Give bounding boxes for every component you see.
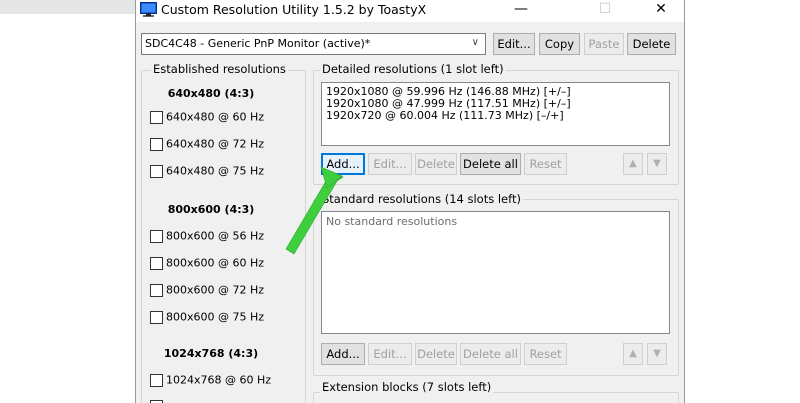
checkbox-800x600-56[interactable]: 800x600 @ 56 Hz xyxy=(150,229,264,245)
standard-reset-button[interactable]: Reset xyxy=(524,343,567,365)
standard-label: Standard resolutions (14 slots left) xyxy=(320,192,523,206)
monitor-delete-button[interactable]: Delete xyxy=(627,33,676,55)
detailed-label: Detailed resolutions (1 slot left) xyxy=(320,62,506,76)
down-arrow-icon[interactable]: ▼ xyxy=(647,153,667,175)
checkbox-640x480-72[interactable]: 640x480 @ 72 Hz xyxy=(150,137,264,153)
checkbox-label: 800x600 @ 75 Hz xyxy=(166,310,265,324)
detailed-add-button[interactable]: Add... xyxy=(321,153,365,175)
title-bar: Custom Resolution Utility 1.5.2 by Toast… xyxy=(136,0,684,22)
checkbox-1024x768-next[interactable] xyxy=(150,399,166,403)
up-arrow-icon[interactable]: ▲ xyxy=(623,343,643,365)
cru-window: Custom Resolution Utility 1.5.2 by Toast… xyxy=(135,0,685,403)
checkbox-800x600-60[interactable]: 800x600 @ 60 Hz xyxy=(150,256,264,272)
list-item[interactable]: 1920x720 @ 60.004 Hz (111.73 MHz) [–/+] xyxy=(322,110,669,122)
checkbox-label: 640x480 @ 60 Hz xyxy=(166,110,265,124)
checkbox-1024x768-60[interactable]: 1024x768 @ 60 Hz xyxy=(150,373,271,389)
checkbox-800x600-72[interactable]: 800x600 @ 72 Hz xyxy=(150,283,264,299)
established-label: Established resolutions xyxy=(151,62,288,76)
standard-edit-button[interactable]: Edit... xyxy=(368,343,412,365)
standard-delete-button[interactable]: Delete xyxy=(415,343,457,365)
standard-resolutions-list[interactable]: No standard resolutions xyxy=(321,211,670,334)
checkbox-label: 800x600 @ 72 Hz xyxy=(166,283,265,297)
monitor-selected-value: SDC4C48 - Generic PnP Monitor (active)* xyxy=(145,37,371,50)
detailed-resolutions-list[interactable]: 1920x1080 @ 59.996 Hz (146.88 MHz) [+/–]… xyxy=(321,82,670,146)
down-arrow-icon[interactable]: ▼ xyxy=(647,343,667,365)
up-arrow-icon[interactable]: ▲ xyxy=(623,153,643,175)
monitor-edit-button[interactable]: Edit... xyxy=(493,33,535,55)
detailed-delete-all-button[interactable]: Delete all xyxy=(460,153,521,175)
standard-add-button[interactable]: Add... xyxy=(321,343,365,365)
standard-delete-all-button[interactable]: Delete all xyxy=(460,343,521,365)
monitor-app-icon xyxy=(140,2,157,17)
checkbox-label: 640x480 @ 75 Hz xyxy=(166,164,265,178)
checkbox-label: 1024x768 @ 60 Hz xyxy=(166,373,272,387)
extension-label: Extension blocks (7 slots left) xyxy=(320,380,494,394)
monitor-copy-button[interactable]: Copy xyxy=(539,33,580,55)
maximize-button[interactable]: ☐ xyxy=(583,0,627,20)
window-title: Custom Resolution Utility 1.5.2 by Toast… xyxy=(161,2,427,17)
group-header-640x480: 640x480 (4:3) xyxy=(167,87,255,100)
checkbox-label: 800x600 @ 56 Hz xyxy=(166,229,265,243)
monitor-paste-button[interactable]: Paste xyxy=(584,33,624,55)
minimize-button[interactable]: — xyxy=(499,0,543,20)
close-button[interactable]: ✕ xyxy=(639,0,683,20)
detailed-reset-button[interactable]: Reset xyxy=(524,153,567,175)
checkbox-640x480-60[interactable]: 640x480 @ 60 Hz xyxy=(150,110,264,126)
checkbox-label: 800x600 @ 60 Hz xyxy=(166,256,265,270)
list-item[interactable]: 1920x1080 @ 59.996 Hz (146.88 MHz) [+/–] xyxy=(322,83,669,98)
detailed-edit-button[interactable]: Edit... xyxy=(368,153,412,175)
checkbox-640x480-75[interactable]: 640x480 @ 75 Hz xyxy=(150,164,264,180)
chevron-down-icon: ∨ xyxy=(471,37,479,48)
background-strip xyxy=(0,0,135,14)
standard-empty-text: No standard resolutions xyxy=(326,215,458,228)
group-header-1024x768: 1024x768 (4:3) xyxy=(163,347,259,360)
detailed-delete-button[interactable]: Delete xyxy=(415,153,457,175)
checkbox-800x600-75[interactable]: 800x600 @ 75 Hz xyxy=(150,310,264,326)
monitor-dropdown[interactable]: SDC4C48 - Generic PnP Monitor (active)* … xyxy=(141,33,486,55)
checkbox-label: 640x480 @ 72 Hz xyxy=(166,137,265,151)
group-header-800x600: 800x600 (4:3) xyxy=(167,203,255,216)
